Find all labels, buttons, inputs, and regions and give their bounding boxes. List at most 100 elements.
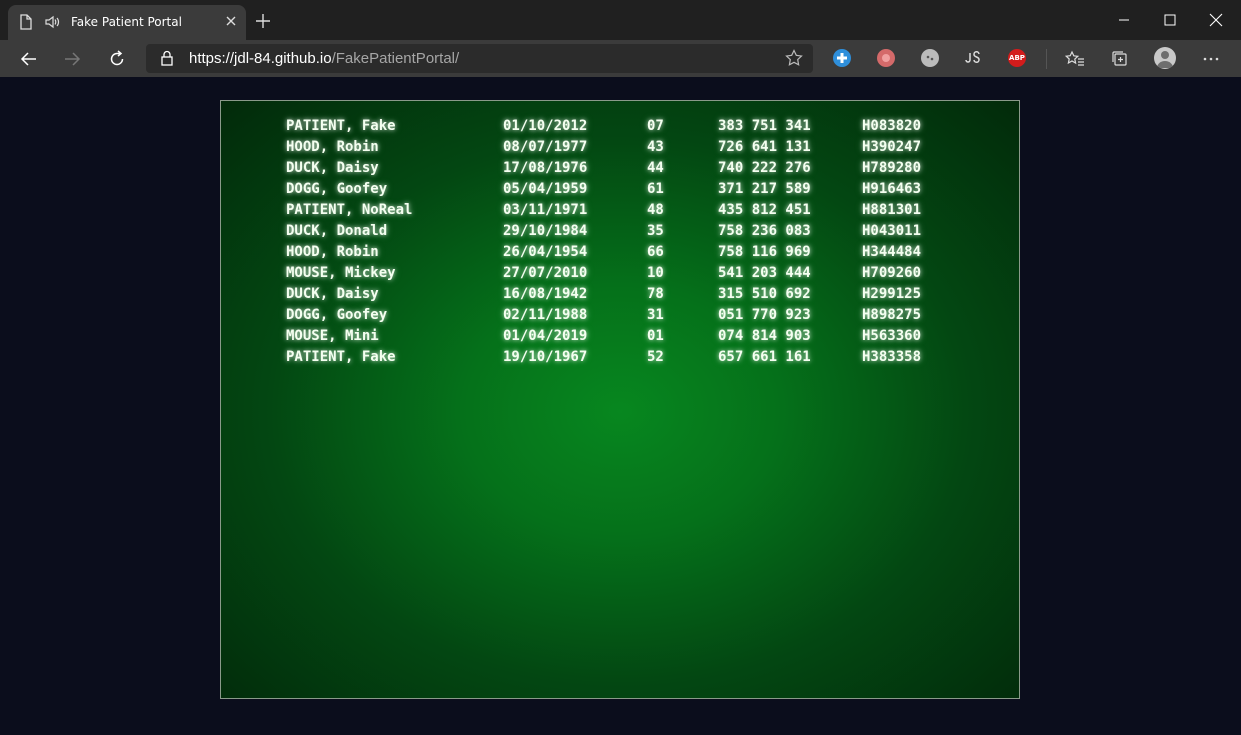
patient-hosp: H390247 [862,139,922,155]
patient-age: 31 [647,307,664,323]
patient-row: DOGG, Goofey 05/04/1959 61 371 217 589 H9164… [286,181,986,202]
patient-nhs: 435 812 451 [718,202,811,218]
patient-age: 61 [647,181,664,197]
patient-name: PATIENT, NoReal [286,202,413,218]
patient-dob: 02/11/1988 [503,307,588,323]
patient-name: PATIENT, Fake [286,118,396,134]
tab-title: Fake Patient Portal [71,15,182,29]
patient-age: 43 [647,139,664,155]
patient-hosp: H709260 [862,265,922,281]
patient-nhs: 657 661 161 [718,349,811,365]
minimize-icon[interactable] [1101,5,1147,35]
patient-dob: 17/08/1976 [503,160,588,176]
patient-hosp: H881301 [862,202,922,218]
new-tab-icon[interactable] [255,13,271,33]
more-menu-icon[interactable] [1200,48,1222,70]
toolbar-divider [1046,49,1047,69]
crt-screen: PATIENT, Fake 01/10/2012 07 383 751 341 H083… [220,100,1020,699]
patient-dob: 19/10/1967 [503,349,588,365]
patient-nhs: 383 751 341 [718,118,811,134]
patient-row: PATIENT, Fake 01/10/2012 07 383 751 341 H083… [286,118,986,139]
patient-nhs: 758 236 083 [718,223,811,239]
patient-age: 10 [647,265,664,281]
patient-hosp: H344484 [862,244,922,260]
patient-name: DUCK, Daisy [286,286,379,302]
js-extension-icon[interactable] [964,49,982,67]
lock-icon[interactable] [160,50,174,70]
page-icon [19,14,33,33]
patient-dob: 05/04/1959 [503,181,588,197]
patient-age: 01 [647,328,664,344]
patient-age: 35 [647,223,664,239]
url-path: /FakePatientPortal/ [331,50,460,67]
patient-dob: 08/07/1977 [503,139,588,155]
patient-name: PATIENT, Fake [286,349,396,365]
cookie-extension-icon[interactable] [921,49,939,67]
patient-name: MOUSE, Mini [286,328,379,344]
collections-icon[interactable] [1109,48,1131,70]
address-bar[interactable]: https://jdl-84.github.io/FakePatientPort… [146,44,813,73]
browser-toolbar: https://jdl-84.github.io/FakePatientPort… [0,40,1241,77]
patient-row: DUCK, Donald 29/10/1984 35 758 236 083 H0430… [286,223,986,244]
tab-close-icon[interactable] [224,14,238,31]
patient-age: 52 [647,349,664,365]
patient-hosp: H898275 [862,307,922,323]
patient-age: 66 [647,244,664,260]
patient-name: DOGG, Goofey [286,181,388,197]
patient-dob: 26/04/1954 [503,244,588,260]
patient-nhs: 074 814 903 [718,328,811,344]
browser-tab[interactable]: Fake Patient Portal [8,5,246,40]
forward-icon[interactable] [61,48,83,70]
patient-name: DUCK, Donald [286,223,388,239]
patient-dob: 01/10/2012 [503,118,588,134]
patient-hosp: H563360 [862,328,922,344]
patient-hosp: H383358 [862,349,922,365]
adblock-plus-icon[interactable]: ABP [1008,49,1026,67]
patient-row: DUCK, Daisy 17/08/1976 44 740 222 276 H78928… [286,160,986,181]
patient-nhs: 371 217 589 [718,181,811,197]
patient-nhs: 740 222 276 [718,160,811,176]
patient-nhs: 758 116 969 [718,244,811,260]
patient-row: DOGG, Goofey 02/11/1988 31 051 770 923 H8982… [286,307,986,328]
patient-row: HOOD, Robin 08/07/1977 43 726 641 131 H39024… [286,139,986,160]
patient-dob: 01/04/2019 [503,328,588,344]
maximize-icon[interactable] [1147,5,1193,35]
patient-hosp: H043011 [862,223,922,239]
page-content: PATIENT, Fake 01/10/2012 07 383 751 341 H083… [0,77,1241,735]
patient-name: DUCK, Daisy [286,160,379,176]
back-icon[interactable] [18,48,40,70]
title-bar: Fake Patient Portal [0,0,1241,40]
patient-row: MOUSE, Mickey 27/07/2010 10 541 203 444 H709… [286,265,986,286]
brain-extension-icon[interactable] [877,49,895,67]
patient-dob: 03/11/1971 [503,202,588,218]
url-host: https://jdl-84.github.io [189,50,332,67]
patient-age: 44 [647,160,664,176]
patient-name: HOOD, Robin [286,139,379,155]
patient-name: HOOD, Robin [286,244,379,260]
patient-nhs: 315 510 692 [718,286,811,302]
close-window-icon[interactable] [1193,5,1239,35]
patient-hosp: H083820 [862,118,922,134]
patient-hosp: H299125 [862,286,922,302]
patient-nhs: 726 641 131 [718,139,811,155]
favorites-icon[interactable] [1064,48,1086,70]
patient-row: PATIENT, NoReal 03/11/1971 48 435 812 451 H8… [286,202,986,223]
patient-age: 07 [647,118,664,134]
patient-name: DOGG, Goofey [286,307,388,323]
patient-age: 48 [647,202,664,218]
patient-dob: 29/10/1984 [503,223,588,239]
patient-nhs: 051 770 923 [718,307,811,323]
patient-hosp: H789280 [862,160,922,176]
patient-row: HOOD, Robin 26/04/1954 66 758 116 969 H34448… [286,244,986,265]
patient-age: 78 [647,286,664,302]
profile-avatar-icon[interactable] [1154,47,1176,69]
patient-row: DUCK, Daisy 16/08/1942 78 315 510 692 H29912… [286,286,986,307]
adblock-plus-label: ABP [1009,54,1025,62]
plus-extension-icon[interactable] [833,49,851,67]
patient-row: PATIENT, Fake 19/10/1967 52 657 661 161 H383… [286,349,986,370]
url-text[interactable]: https://jdl-84.github.io/FakePatientPort… [189,50,459,67]
favorite-star-icon[interactable] [785,49,803,71]
audio-playing-icon[interactable] [44,14,62,33]
patient-dob: 27/07/2010 [503,265,588,281]
refresh-icon[interactable] [106,48,128,70]
